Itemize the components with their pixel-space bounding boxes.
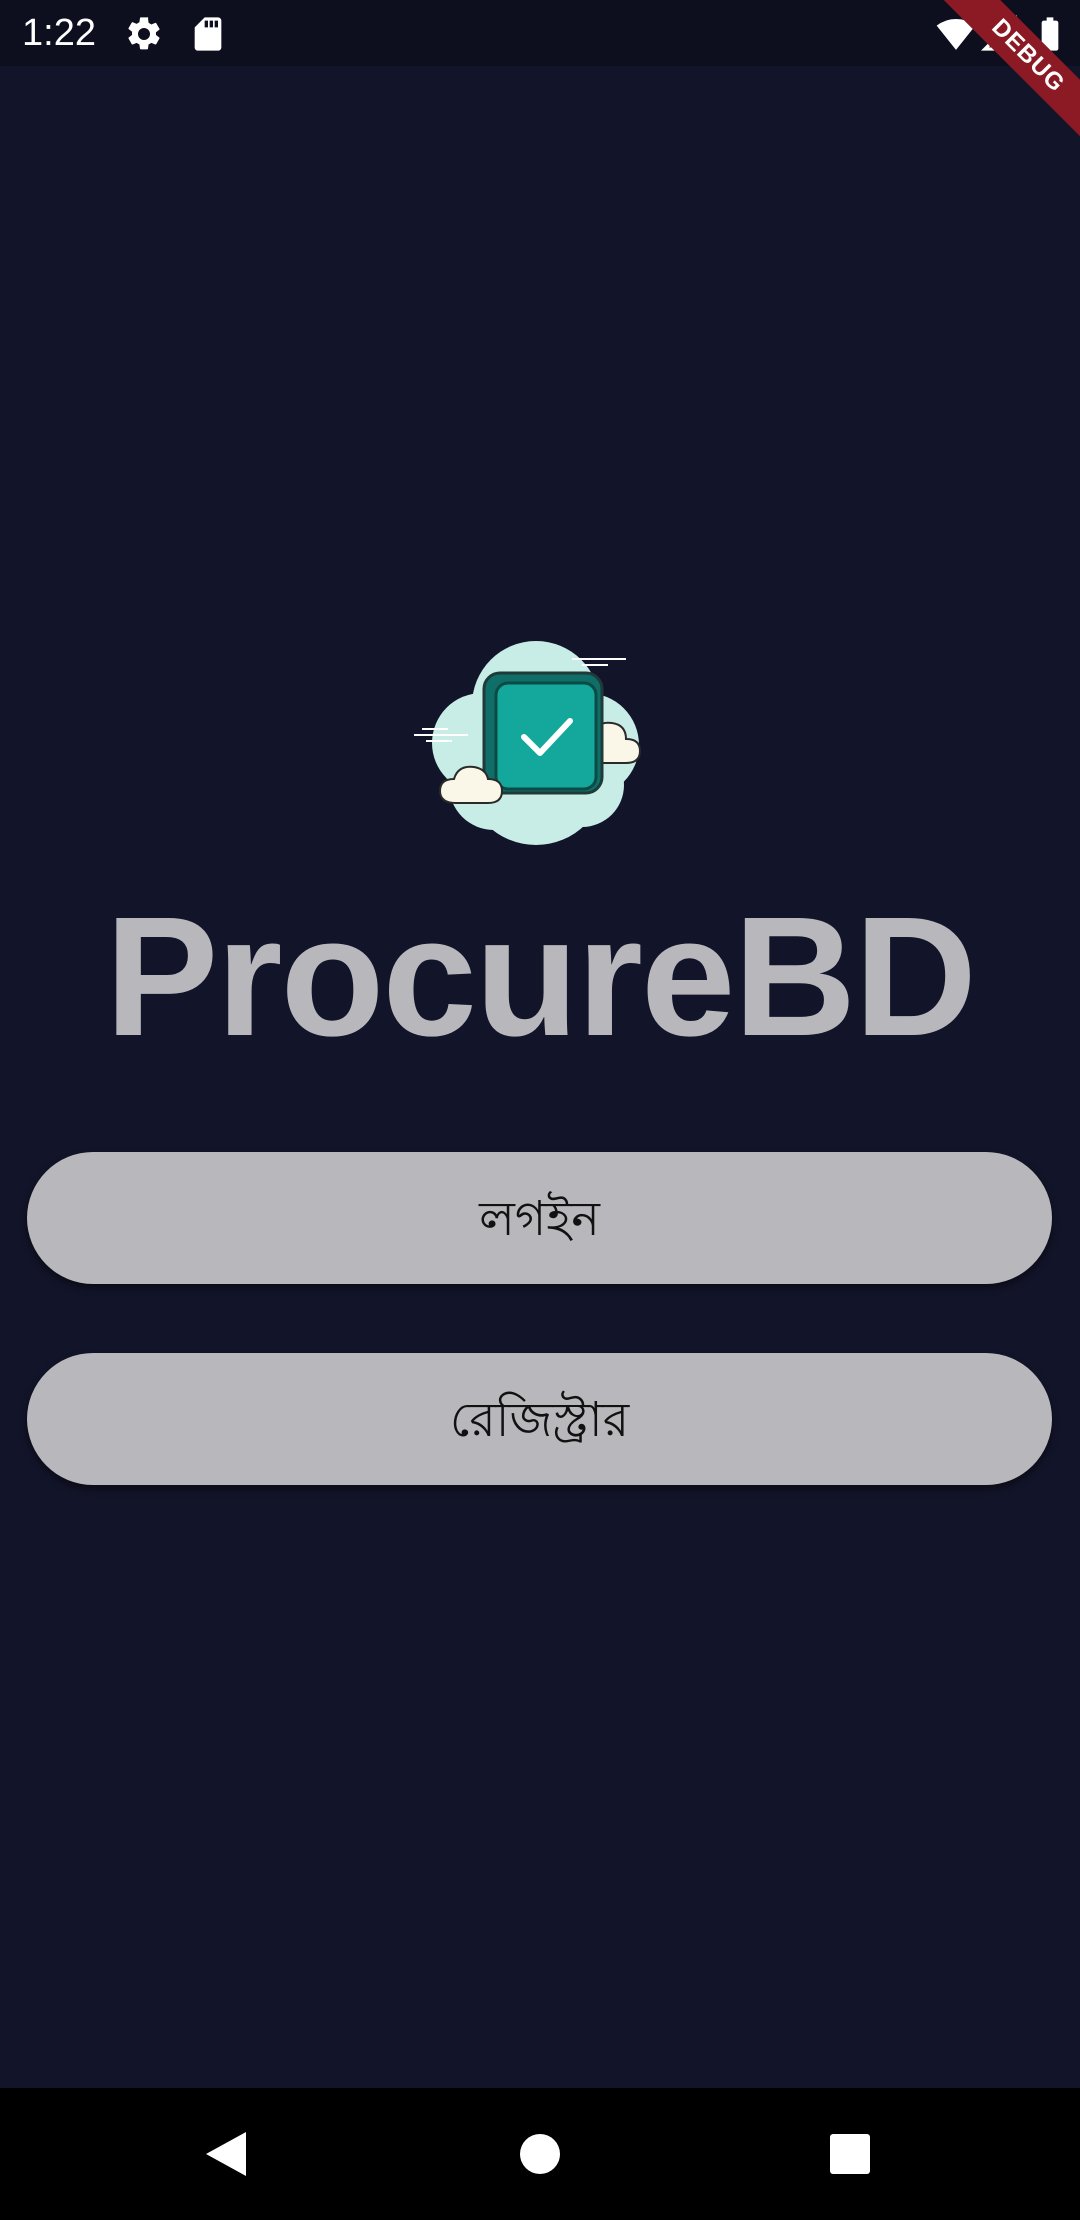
- navigation-bar: [0, 2088, 1080, 2220]
- settings-icon: [124, 14, 164, 54]
- checkbox-cloud-logo: [412, 635, 660, 845]
- home-icon[interactable]: [474, 2088, 606, 2220]
- app-title: ProcureBD: [104, 882, 977, 1072]
- app-screen: 1:22 DEBUG ProcureBD লগইন রেজিস্ট্রার: [0, 0, 1080, 2220]
- debug-banner-label: DEBUG: [921, 0, 1080, 160]
- sd-card-icon: [188, 14, 228, 54]
- register-button[interactable]: রেজিস্ট্রার: [27, 1353, 1052, 1485]
- status-bar: 1:22: [0, 0, 1080, 66]
- recents-icon[interactable]: [784, 2088, 916, 2220]
- login-button[interactable]: লগইন: [27, 1152, 1052, 1284]
- back-icon[interactable]: [160, 2088, 292, 2220]
- debug-banner: DEBUG: [920, 0, 1080, 160]
- status-time: 1:22: [22, 12, 96, 54]
